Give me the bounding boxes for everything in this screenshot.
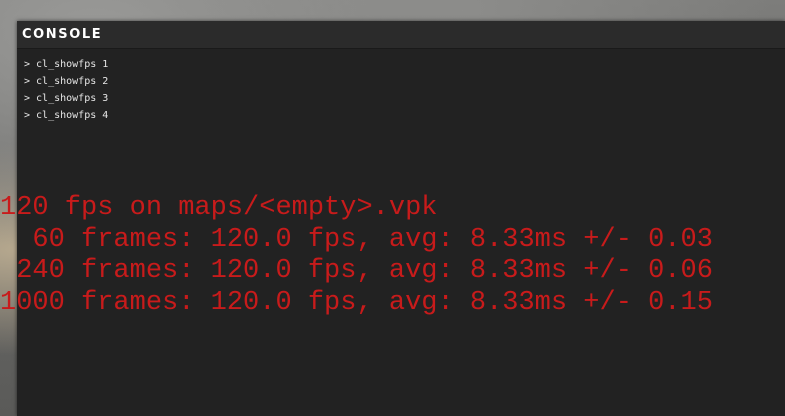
fps-overlay: 120 fps on maps/<empty>.vpk 60 frames: 1…	[0, 193, 713, 319]
console-title: CONSOLE	[22, 27, 103, 42]
console-history-line: > cl_showfps 3	[24, 93, 109, 104]
fps-summary-line: 120 fps on maps/<empty>.vpk	[0, 193, 438, 223]
fps-stat-line: 60 frames: 120.0 fps, avg: 8.33ms +/- 0.…	[0, 224, 713, 255]
console-history-line: > cl_showfps 2	[24, 76, 109, 87]
console-history-line: > cl_showfps 4	[24, 110, 109, 121]
fps-stat-line: 1000 frames: 120.0 fps, avg: 8.33ms +/- …	[0, 287, 713, 318]
console-history-line: > cl_showfps 1	[24, 59, 109, 70]
fps-stat-line: 240 frames: 120.0 fps, avg: 8.33ms +/- 0…	[0, 256, 713, 286]
console-titlebar[interactable]: CONSOLE	[17, 21, 785, 49]
console-history: > cl_showfps 1 > cl_showfps 2 > cl_showf…	[24, 56, 108, 124]
